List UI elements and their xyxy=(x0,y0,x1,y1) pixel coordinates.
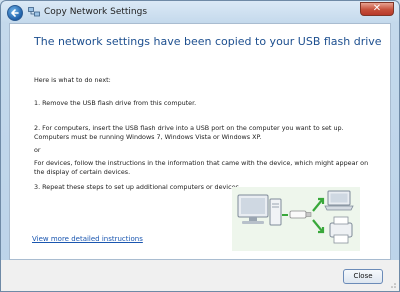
devices-text: For devices, follow the instructions in … xyxy=(34,159,369,176)
close-icon[interactable]: ✕ xyxy=(360,2,394,16)
content-area: The network settings have been copied to… xyxy=(9,23,391,260)
back-arrow-icon[interactable] xyxy=(7,5,23,21)
resize-grip-icon[interactable] xyxy=(389,281,397,289)
title-bar[interactable]: Copy Network Settings ✕ xyxy=(1,1,399,23)
laptop-image xyxy=(324,190,354,211)
dialog-window: Copy Network Settings ✕ The network sett… xyxy=(0,0,400,292)
detailed-instructions-link[interactable]: View more detailed instructions xyxy=(32,235,143,243)
step-2-text: 2. For computers, insert the USB flash d… xyxy=(34,124,344,141)
page-heading: The network settings have been copied to… xyxy=(34,35,382,48)
or-text: or xyxy=(34,146,41,154)
network-icon xyxy=(28,7,40,17)
window-title: Copy Network Settings xyxy=(44,7,148,17)
close-button[interactable]: Close xyxy=(343,269,383,284)
dialog-footer xyxy=(1,260,399,291)
usb-transfer-illustration xyxy=(232,187,360,251)
step-1-text: 1. Remove the USB flash drive from this … xyxy=(34,99,197,107)
intro-text: Here is what to do next: xyxy=(34,76,111,84)
